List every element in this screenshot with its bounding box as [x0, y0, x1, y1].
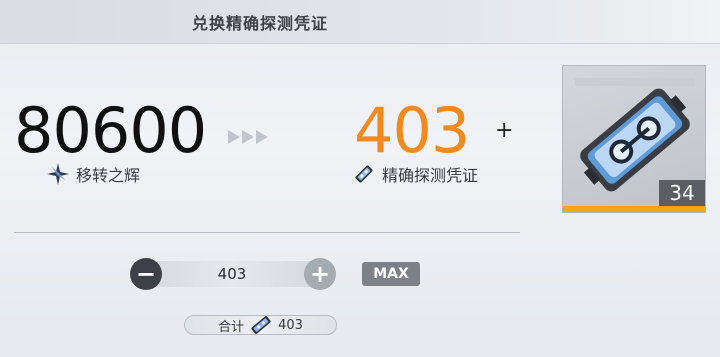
quantity-value[interactable]: 403: [146, 261, 318, 287]
from-currency-label: 移转之辉: [76, 166, 141, 185]
rarity-bar: [563, 206, 705, 212]
item-count-badge: 34: [659, 180, 705, 206]
total-label: 合计: [218, 319, 245, 335]
total-value: 403: [278, 317, 303, 333]
divider: [14, 232, 520, 233]
to-currency-label: 精确探测凭证: [382, 166, 479, 185]
sparkle-icon: [46, 162, 70, 186]
voucher-item-icon: [575, 78, 695, 192]
total-summary: 合计 403: [184, 315, 337, 335]
from-amount: 80600: [14, 94, 207, 167]
increase-button[interactable]: +: [304, 258, 336, 290]
to-amount: 403: [354, 94, 470, 167]
to-currency: 精确探测凭证: [352, 162, 478, 186]
quantity-stepper: 403 − +: [130, 258, 336, 290]
exchange-arrows-icon: [228, 130, 268, 144]
page-title: 兑换精确探测凭证: [191, 14, 328, 33]
plus-sign: +: [495, 118, 514, 143]
decrease-button[interactable]: −: [130, 258, 162, 290]
max-button[interactable]: MAX: [362, 262, 420, 286]
from-currency: 移转之辉: [46, 162, 140, 186]
item-card[interactable]: 34: [562, 65, 706, 213]
voucher-icon: [352, 162, 376, 186]
plus-icon: +: [309, 260, 331, 288]
minus-icon: −: [135, 260, 157, 288]
voucher-icon: [250, 316, 272, 334]
